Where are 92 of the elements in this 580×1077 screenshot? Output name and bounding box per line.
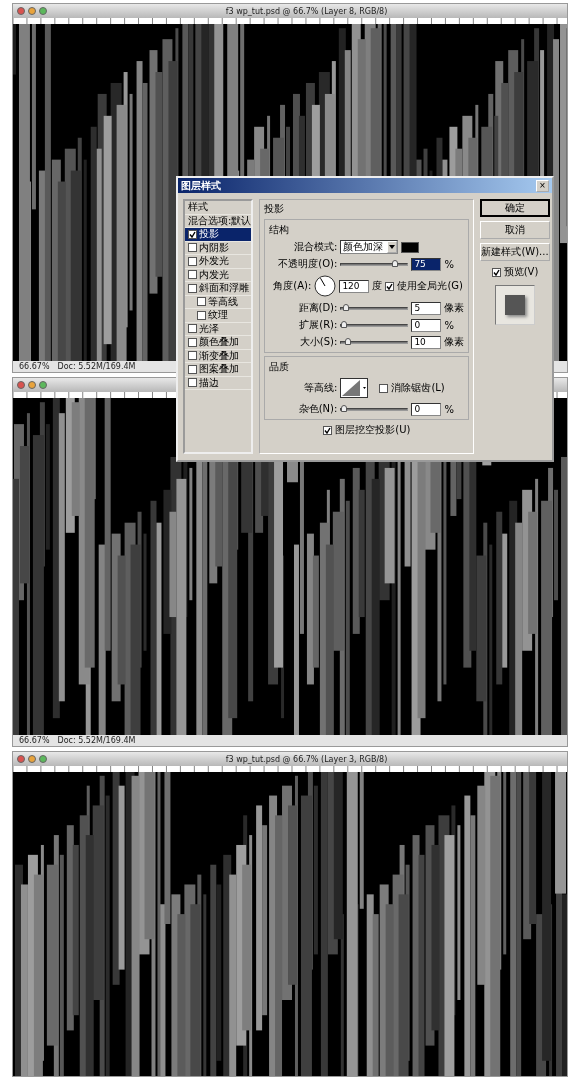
style-list-item[interactable]: 图案叠加 bbox=[185, 363, 252, 377]
zoom-level: 66.67% bbox=[19, 736, 50, 745]
section-title: 投影 bbox=[264, 202, 286, 216]
checkbox[interactable] bbox=[188, 364, 197, 374]
preview-checkbox[interactable]: 预览(V) bbox=[480, 265, 550, 279]
slider-label: 扩展(R): bbox=[298, 318, 338, 332]
blend-mode-select[interactable]: 颜色加深 bbox=[340, 240, 399, 254]
checkbox[interactable] bbox=[188, 243, 197, 253]
dialog-title: 图层样式 bbox=[181, 178, 221, 193]
checkbox[interactable] bbox=[379, 383, 389, 393]
contour-picker-icon[interactable] bbox=[340, 378, 369, 398]
slider-thumb[interactable] bbox=[344, 337, 351, 345]
slider-thumb[interactable] bbox=[341, 404, 348, 412]
zoom-icon[interactable] bbox=[39, 7, 47, 15]
style-list-item[interactable]: 内阴影 bbox=[185, 241, 252, 255]
minimize-icon[interactable] bbox=[28, 7, 36, 15]
contour-label: 等高线: bbox=[303, 381, 338, 395]
dialog-button[interactable]: 新建样式(W)... bbox=[480, 243, 550, 261]
unit-label: % bbox=[444, 319, 454, 331]
value-field[interactable]: 120 bbox=[339, 279, 370, 293]
angle-label: 角度(A): bbox=[272, 279, 312, 293]
dialog-button[interactable]: 确定 bbox=[480, 199, 550, 217]
document-size: Doc: 5.52M/169.4M bbox=[57, 362, 136, 371]
checkbox[interactable] bbox=[188, 337, 197, 347]
style-list-item[interactable]: 投影 bbox=[185, 228, 252, 242]
checkbox[interactable] bbox=[197, 297, 206, 307]
slider-thumb[interactable] bbox=[341, 320, 348, 328]
global-light-checkbox[interactable]: 使用全局光(G) bbox=[385, 279, 463, 293]
window-title: f3 wp_tut.psd @ 66.7% (Layer 8, RGB/8) bbox=[224, 6, 389, 16]
slider-label: 大小(S): bbox=[298, 335, 338, 349]
style-list-item[interactable]: 等高线 bbox=[185, 295, 252, 309]
unit-label: 像素 bbox=[444, 301, 465, 315]
anti-alias-checkbox[interactable]: 消除锯齿(L) bbox=[379, 381, 445, 395]
style-list-item[interactable]: 描边 bbox=[185, 376, 252, 390]
shadow-color-swatch[interactable] bbox=[401, 241, 420, 253]
document-size: Doc: 5.52M/169.4M bbox=[57, 736, 136, 745]
close-icon[interactable] bbox=[17, 755, 25, 763]
value-field[interactable]: 75 bbox=[411, 257, 442, 271]
style-list-item[interactable]: 纹理 bbox=[185, 309, 252, 323]
minimize-icon[interactable] bbox=[28, 755, 36, 763]
dialog-button[interactable]: 取消 bbox=[480, 221, 550, 239]
value-field[interactable]: 0 bbox=[411, 402, 442, 416]
unit-label: 像素 bbox=[444, 335, 465, 349]
slider-label: 距离(D): bbox=[297, 301, 338, 315]
checkbox[interactable] bbox=[188, 229, 197, 239]
style-list-item[interactable]: 颜色叠加 bbox=[185, 336, 252, 350]
checkbox[interactable] bbox=[188, 256, 197, 266]
window-title: f3 wp_tut.psd @ 66.7% (Layer 3, RGB/8) bbox=[224, 754, 389, 764]
angle-dial-icon[interactable] bbox=[314, 275, 337, 297]
slider-track[interactable] bbox=[340, 407, 409, 411]
checkbox[interactable] bbox=[188, 270, 197, 280]
blend-mode-label: 混合模式: bbox=[293, 240, 338, 254]
style-list-item[interactable]: 光泽 bbox=[185, 322, 252, 336]
unit-label: % bbox=[444, 258, 454, 270]
close-icon[interactable] bbox=[17, 381, 25, 389]
value-field[interactable]: 0 bbox=[411, 318, 442, 332]
close-icon[interactable] bbox=[17, 7, 25, 15]
slider-track[interactable] bbox=[340, 323, 409, 327]
slider-label: 杂色(N): bbox=[297, 402, 338, 416]
preview-square-icon bbox=[505, 295, 525, 315]
checkbox[interactable] bbox=[188, 351, 197, 361]
checkbox[interactable] bbox=[385, 281, 395, 291]
checkbox[interactable] bbox=[491, 267, 501, 277]
knockout-checkbox[interactable]: 图层挖空投影(U) bbox=[323, 423, 411, 437]
checkbox[interactable] bbox=[197, 310, 206, 320]
checkbox[interactable] bbox=[188, 283, 197, 293]
slider-thumb[interactable] bbox=[392, 259, 399, 267]
checkbox[interactable] bbox=[188, 324, 197, 334]
value-field[interactable]: 10 bbox=[411, 335, 442, 349]
style-list-item[interactable]: 渐变叠加 bbox=[185, 349, 252, 363]
group-title: 品质 bbox=[269, 360, 291, 374]
slider-track[interactable] bbox=[340, 306, 409, 310]
slider-thumb[interactable] bbox=[343, 303, 350, 311]
caret-icon bbox=[387, 241, 398, 253]
slider-track[interactable] bbox=[340, 262, 409, 266]
unit-label: % bbox=[444, 403, 454, 415]
checkbox[interactable] bbox=[188, 378, 197, 388]
style-list-item[interactable]: 外发光 bbox=[185, 255, 252, 269]
zoom-icon[interactable] bbox=[39, 755, 47, 763]
minimize-icon[interactable] bbox=[28, 381, 36, 389]
group-title: 结构 bbox=[269, 223, 291, 237]
unit-label: 度 bbox=[372, 279, 383, 293]
style-list-item[interactable]: 斜面和浮雕 bbox=[185, 282, 252, 296]
close-button[interactable]: × bbox=[536, 179, 549, 192]
slider-track[interactable] bbox=[340, 340, 409, 344]
zoom-level: 66.67% bbox=[19, 362, 50, 371]
value-field[interactable]: 5 bbox=[411, 301, 442, 315]
style-list-item[interactable]: 样式 bbox=[185, 201, 252, 215]
slider-label: 不透明度(O): bbox=[277, 257, 338, 271]
zoom-icon[interactable] bbox=[39, 381, 47, 389]
style-list-item[interactable]: 内发光 bbox=[185, 268, 252, 282]
checkbox[interactable] bbox=[323, 425, 333, 435]
